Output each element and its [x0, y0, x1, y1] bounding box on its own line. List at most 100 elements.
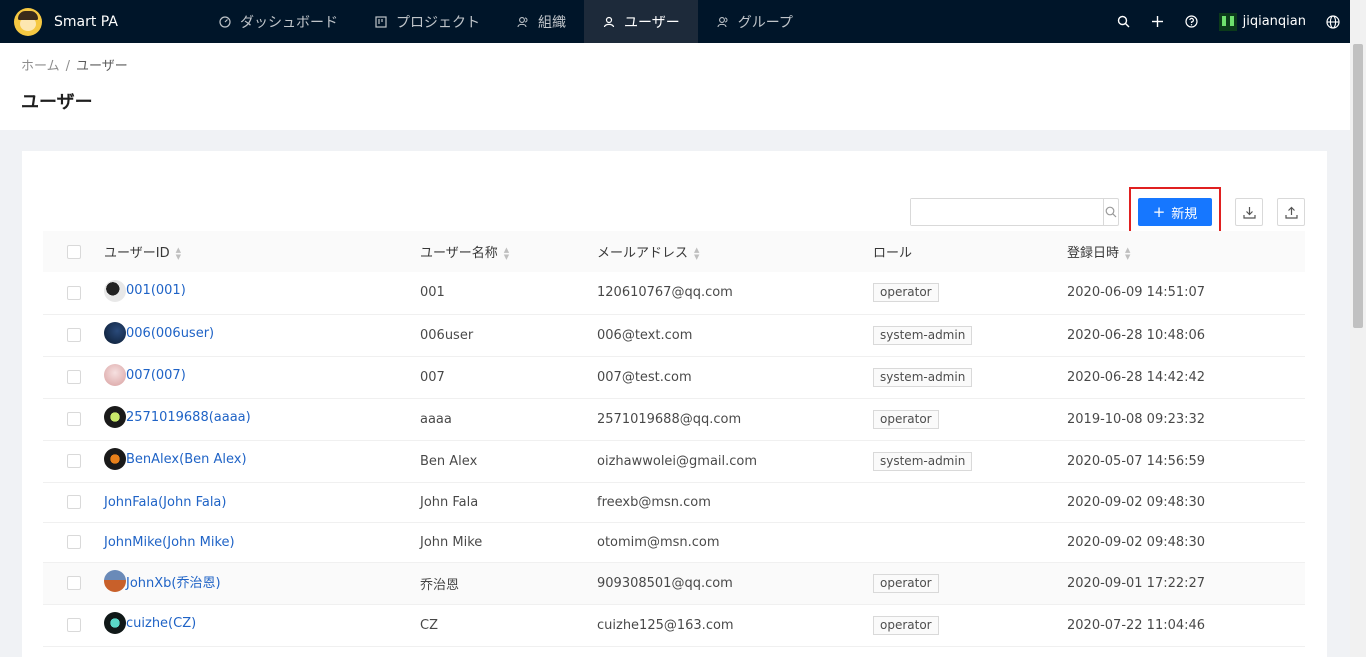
table-row[interactable]: JohnMike(John Mike) John Mike otomim@msn… — [43, 522, 1305, 563]
user-id-text: 2571019688(aaaa) — [126, 409, 251, 425]
registered-cell: 2019-10-08 09:23:32 — [1067, 398, 1305, 441]
avatar — [104, 322, 126, 344]
user-id-link[interactable]: 006(006user) — [104, 322, 214, 344]
main-menu: ダッシュボード プロジェクト 組織 ユーザー グループ — [200, 0, 811, 43]
registered-cell: 2020-05-07 14:56:59 — [1067, 440, 1305, 483]
table-row[interactable]: 007(007) 007 007@test.com system-admin 2… — [43, 356, 1305, 399]
nav-item-user[interactable]: ユーザー — [584, 0, 698, 43]
role-tag: system-admin — [873, 451, 973, 471]
table-row[interactable]: cuizhe(CZ) CZ cuizhe125@163.com operator… — [43, 604, 1305, 647]
username: jiqianqian — [1242, 14, 1306, 29]
user-name-cell: CZ — [420, 604, 597, 647]
user-id-link[interactable]: JohnMike(John Mike) — [104, 535, 235, 550]
user-id-link[interactable]: 007(007) — [104, 364, 186, 386]
sort-icon[interactable]: ▲ ▼ — [176, 246, 181, 261]
nav-item-label: プロジェクト — [396, 14, 480, 31]
registered-cell: 2020-09-02 09:48:30 — [1067, 482, 1305, 523]
top-navbar: Smart PA ダッシュボード プロジェクト 組織 ユーザー グループ jiq… — [0, 0, 1350, 43]
breadcrumb-home[interactable]: ホーム — [21, 59, 60, 74]
user-name-cell: aaaa — [420, 398, 597, 441]
role-tag: system-admin — [873, 325, 973, 345]
user-menu[interactable]: jiqianqian — [1209, 12, 1316, 31]
row-checkbox[interactable] — [66, 576, 81, 590]
avatar — [104, 612, 126, 634]
column-header-email[interactable]: メールアドレス ▲ ▼ — [597, 231, 873, 272]
avatar — [104, 570, 126, 592]
help-icon[interactable] — [1175, 0, 1209, 43]
row-checkbox[interactable] — [66, 285, 81, 300]
user-id-text: cuizhe(CZ) — [126, 615, 197, 631]
table-row[interactable]: 2571019688(aaaa) aaaa 2571019688@qq.com … — [43, 398, 1305, 441]
search-icon[interactable] — [1107, 0, 1141, 43]
row-checkbox[interactable] — [66, 618, 81, 632]
app-brand[interactable]: Smart PA — [0, 0, 200, 43]
table-row[interactable]: 006(006user) 006user 006@text.com system… — [43, 314, 1305, 357]
group-icon — [716, 15, 730, 29]
email-cell: 909308501@qq.com — [597, 562, 873, 605]
scrollbar-thumb[interactable] — [1353, 44, 1363, 328]
email-cell: freexb@msn.com — [597, 482, 873, 523]
row-checkbox[interactable] — [66, 535, 81, 549]
new-user-button[interactable]: + 新規 — [1138, 198, 1212, 226]
sort-icon[interactable]: ▲ ▼ — [694, 246, 699, 261]
search-icon — [1105, 206, 1117, 218]
sort-icon[interactable]: ▲ ▼ — [1125, 246, 1130, 261]
avatar — [1218, 12, 1237, 31]
table-row[interactable]: JohnXb(乔治恩) 乔治恩 909308501@qq.com operato… — [43, 562, 1305, 605]
user-id-link[interactable]: cuizhe(CZ) — [104, 612, 196, 634]
table-row[interactable]: JohnFala(John Fala) John Fala freexb@msn… — [43, 482, 1305, 523]
user-id-text: 006(006user) — [126, 325, 215, 341]
row-checkbox[interactable] — [66, 495, 81, 509]
user-name-cell: 007 — [420, 356, 597, 399]
registered-cell: 2020-06-28 10:48:06 — [1067, 314, 1305, 357]
language-globe-icon[interactable] — [1316, 0, 1350, 43]
user-id-link[interactable]: 001(001) — [104, 279, 186, 302]
select-all-checkbox[interactable] — [66, 244, 81, 259]
dashboard-icon — [218, 15, 232, 29]
user-id-link[interactable]: BenAlex(Ben Alex) — [104, 448, 247, 470]
page-header: ホーム / ユーザー ユーザー — [0, 43, 1350, 130]
nav-item-label: 組織 — [538, 14, 566, 31]
user-name-cell: 001 — [420, 272, 597, 315]
row-checkbox[interactable] — [66, 370, 81, 384]
nav-item-dashboard[interactable]: ダッシュボード — [200, 0, 356, 43]
app-title: Smart PA — [54, 13, 118, 30]
nav-item-label: グループ — [737, 14, 793, 31]
sort-icon[interactable]: ▲ ▼ — [504, 246, 509, 261]
user-id-text: 001(001) — [126, 283, 186, 299]
column-header-user-name[interactable]: ユーザー名称 ▲ ▼ — [420, 231, 597, 272]
role-tag: operator — [873, 615, 939, 635]
nav-item-label: ダッシュボード — [240, 14, 338, 31]
search-input[interactable] — [911, 199, 1103, 225]
user-name-cell: 006user — [420, 314, 597, 357]
table-row[interactable]: BenAlex(Ben Alex) Ben Alex oizhawwolei@g… — [43, 440, 1305, 483]
user-id-link[interactable]: JohnFala(John Fala) — [104, 495, 226, 510]
user-id-link[interactable]: JohnXb(乔治恩) — [104, 570, 221, 592]
table-row[interactable]: 001(001) 001 120610767@qq.com operator 2… — [43, 272, 1305, 315]
row-checkbox[interactable] — [66, 454, 81, 468]
nav-item-project[interactable]: プロジェクト — [356, 0, 498, 43]
role-cell — [873, 522, 1067, 563]
user-table: ユーザーID ▲ ▼ ユーザー名称 ▲ ▼ メールアドレス ▲ ▼ ロール 登録日時 ▲ ▼ 0… — [43, 231, 1305, 647]
page-scrollbar[interactable] — [1350, 0, 1366, 657]
breadcrumb: ホーム / ユーザー — [21, 55, 1329, 74]
row-checkbox[interactable] — [66, 328, 81, 342]
column-header-user-id[interactable]: ユーザーID ▲ ▼ — [104, 231, 420, 272]
search-button[interactable] — [1103, 199, 1118, 225]
column-header-label: ロール — [873, 246, 913, 261]
column-header-registered[interactable]: 登録日時 ▲ ▼ — [1067, 231, 1305, 272]
nav-item-group[interactable]: グループ — [698, 0, 811, 43]
download-button[interactable] — [1235, 198, 1263, 226]
role-tag: operator — [873, 409, 939, 429]
user-id-link[interactable]: 2571019688(aaaa) — [104, 406, 251, 428]
role-cell — [873, 482, 1067, 523]
nav-item-organization[interactable]: 組織 — [498, 0, 584, 43]
plus-icon[interactable] — [1141, 0, 1175, 43]
organization-icon — [516, 15, 530, 29]
registered-cell: 2020-09-01 17:22:27 — [1067, 562, 1305, 605]
row-checkbox[interactable] — [66, 412, 81, 426]
upload-button[interactable] — [1277, 198, 1305, 226]
avatar — [104, 406, 126, 428]
email-cell: oizhawwolei@gmail.com — [597, 440, 873, 483]
new-button-label: 新規 — [1171, 206, 1198, 222]
